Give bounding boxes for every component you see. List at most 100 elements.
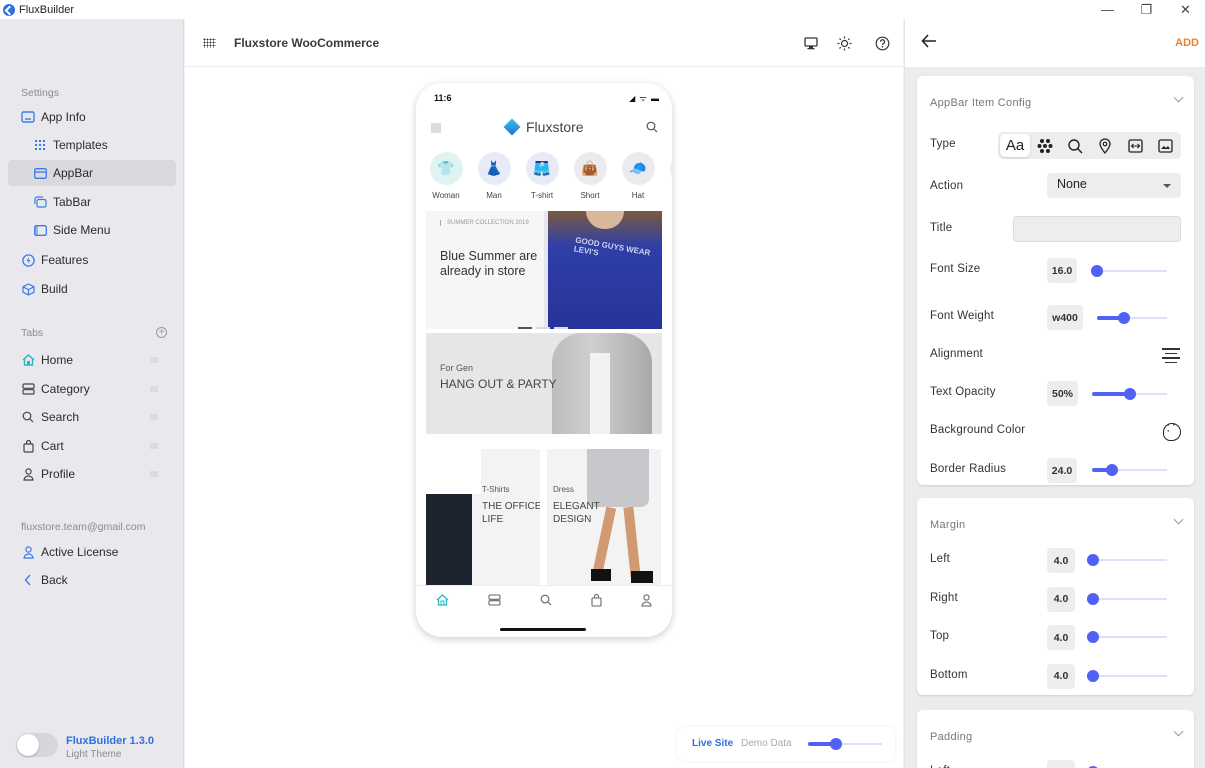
drag-handle-icon[interactable] [150,357,158,363]
tshirts-tile[interactable]: T-Shirts THE OFFICE LIFE [426,449,540,585]
slider-thumb[interactable] [1087,592,1099,605]
phone-tab-cart-icon[interactable] [591,593,602,610]
category-man-icon: 👗 [477,152,511,185]
top-slider[interactable] [1087,631,1167,643]
alignment-label: Alignment [930,348,983,360]
sidebar-item-tabbar[interactable]: TabBar [8,189,176,215]
top-value[interactable]: 4.0 [1047,625,1075,650]
left-value[interactable]: 4.0 [1047,548,1075,573]
drag-handle-icon[interactable] [150,414,158,420]
sidebar-tab-profile[interactable]: Profile [8,461,176,487]
brightness-icon[interactable] [836,35,852,51]
align-center-icon[interactable] [1162,348,1180,363]
type-search-option[interactable] [1060,134,1090,157]
phone-search-icon[interactable] [646,121,658,136]
chevron-down-icon[interactable] [1173,514,1184,525]
right-slider[interactable] [1087,592,1167,605]
add-button[interactable]: ADD [1175,37,1199,49]
data-source-switch: Live Site Demo Data [677,727,895,761]
slider-thumb[interactable] [1123,388,1136,400]
add-tab-button[interactable]: + [156,327,167,338]
active-license-link[interactable]: Active License [8,539,176,565]
phone-tab-home-icon[interactable] [436,594,449,609]
drag-handle-icon[interactable] [150,443,158,449]
close-button[interactable]: ✕ [1166,0,1205,19]
category-item[interactable]: 👕 Woman [422,152,470,200]
font-size-slider[interactable] [1091,265,1167,277]
dress-tile[interactable]: Dress ELEGANT DESIGN [547,449,661,585]
type-text-option[interactable]: Aa [1000,134,1030,157]
border-radius-slider[interactable] [1092,464,1167,476]
party-banner[interactable]: For Gen HANG OUT & PARTY [426,333,662,434]
slider-thumb[interactable] [1087,669,1099,682]
live-site-option[interactable]: Live Site [692,738,733,749]
desktop-preview-icon[interactable] [803,35,819,51]
font-size-value[interactable]: 16.0 [1047,258,1077,283]
category-item[interactable]: 👜 Short [566,152,614,200]
top-label: Top [930,630,950,642]
chevron-down-icon[interactable] [1173,92,1184,103]
sidebar-item-templates[interactable]: Templates [8,132,176,158]
slider-thumb[interactable] [829,738,842,750]
bottom-value[interactable]: 4.0 [1047,663,1075,689]
font-weight-slider[interactable] [1097,312,1167,324]
sidebar-item-side-menu[interactable]: Side Menu [8,217,176,243]
card-title: Padding [930,731,973,743]
sidebar-item-build[interactable]: Build [8,276,176,302]
slider-thumb[interactable] [1091,265,1103,277]
type-location-option[interactable] [1090,134,1120,157]
category-item[interactable]: 🩳 T-shirt [518,152,566,200]
sidebar-tab-home[interactable]: Home [8,347,176,373]
action-select[interactable]: None [1047,173,1181,198]
data-source-slider[interactable] [808,738,882,750]
border-radius-value[interactable]: 24.0 [1047,458,1077,483]
apps-grid-icon[interactable] [203,38,216,48]
back-link[interactable]: Back [8,567,176,593]
back-arrow-icon[interactable] [921,32,937,53]
title-input[interactable] [1013,216,1181,242]
sidebar-tab-cart[interactable]: Cart [8,433,176,459]
phone-tab-search-icon[interactable] [540,594,552,609]
title-label: Title [930,222,953,234]
phone-tab-profile-icon[interactable] [641,593,652,610]
slider-track [1087,636,1167,638]
type-icon-option[interactable] [1030,134,1060,157]
left-value[interactable]: 4.0 [1047,760,1075,768]
category-item-partial[interactable] [662,152,672,200]
summer-banner[interactable]: GOOD GUYS WEAR LEVI'S SUMMER COLLECTION … [426,211,662,329]
phone-tab-category-icon[interactable] [488,594,501,609]
sidebar-tab-category[interactable]: Category [8,376,176,402]
chevron-down-icon[interactable] [1173,726,1184,737]
text-opacity-slider[interactable] [1092,388,1167,400]
right-value[interactable]: 4.0 [1047,586,1075,612]
drag-handle-icon[interactable] [150,386,158,392]
category-item[interactable]: 👗 Man [470,152,518,200]
sidebar-item-app-info[interactable]: App Info [8,104,176,130]
left-slider[interactable] [1087,554,1167,566]
category-label: Man [486,191,502,200]
category-item[interactable]: 🧢 Hat [614,152,662,200]
slider-thumb[interactable] [1105,464,1118,476]
demo-data-option[interactable]: Demo Data [741,738,792,749]
profile-icon [21,467,35,481]
bottom-slider[interactable] [1087,669,1167,682]
drag-handle-icon[interactable] [150,471,158,477]
slider-thumb[interactable] [1087,631,1099,643]
font-weight-value[interactable]: w400 [1047,305,1083,330]
brand-name: Fluxstore [526,119,584,135]
type-image-option[interactable] [1150,134,1180,157]
phone-menu-icon[interactable] [431,123,441,133]
theme-toggle[interactable] [16,733,58,757]
slider-thumb[interactable] [1118,312,1131,324]
slider-thumb[interactable] [1087,554,1099,566]
maximize-button[interactable]: ❐ [1127,0,1166,19]
minimize-button[interactable]: — [1088,0,1127,19]
sidebar-tab-search[interactable]: Search [8,404,176,430]
type-resize-option[interactable] [1120,134,1150,157]
text-opacity-value[interactable]: 50% [1047,381,1078,406]
sidebar-item-appbar[interactable]: AppBar [8,160,176,186]
color-palette-icon[interactable] [1163,422,1181,441]
help-icon[interactable] [874,35,890,51]
sidebar-item-features[interactable]: Features [8,247,176,273]
right-label: Right [930,591,958,604]
